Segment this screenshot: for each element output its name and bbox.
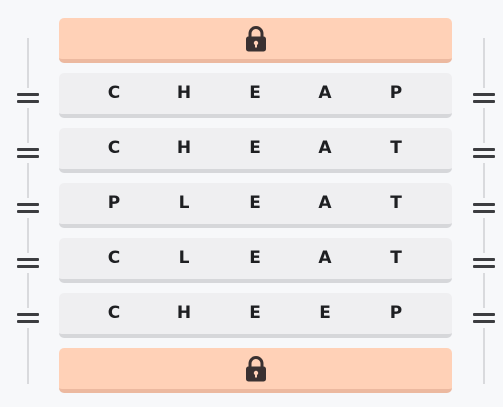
letter-tile: C: [107, 138, 121, 158]
top-locked-slot: [59, 18, 452, 63]
letter-tile: H: [176, 303, 192, 323]
row-5-right-drag-handle[interactable]: [470, 308, 498, 328]
lock-icon: [245, 355, 267, 382]
letter-tile: A: [318, 193, 332, 213]
letter-tile: E: [249, 248, 261, 268]
row-3-right-drag-handle[interactable]: [470, 198, 498, 218]
letter-tile: L: [178, 193, 190, 213]
letter-tile: P: [389, 83, 403, 103]
word-row-5[interactable]: C H E E P: [59, 293, 452, 338]
letter-tile: L: [178, 248, 190, 268]
letter-tile: T: [390, 193, 402, 213]
word-row-3[interactable]: P L E A T: [59, 183, 452, 228]
letter-tile: A: [318, 83, 332, 103]
row-4-left-drag-handle[interactable]: [14, 253, 42, 273]
row-2-left-drag-handle[interactable]: [14, 143, 42, 163]
bottom-locked-slot: [59, 348, 452, 393]
row-1-left-drag-handle[interactable]: [14, 88, 42, 108]
letter-tile: T: [390, 138, 402, 158]
letter-tile: E: [249, 138, 261, 158]
lock-icon: [245, 25, 267, 52]
row-5-left-drag-handle[interactable]: [14, 308, 42, 328]
word-row-2[interactable]: C H E A T: [59, 128, 452, 173]
word-row-4[interactable]: C L E A T: [59, 238, 452, 283]
word-row-1[interactable]: C H E A P: [59, 73, 452, 118]
letter-tile: H: [176, 138, 192, 158]
letter-tile: P: [107, 193, 121, 213]
letter-tile: A: [318, 248, 332, 268]
letter-tile: A: [318, 138, 332, 158]
row-4-right-drag-handle[interactable]: [470, 253, 498, 273]
row-3-left-drag-handle[interactable]: [14, 198, 42, 218]
letter-tile: C: [107, 83, 121, 103]
letter-tile: C: [107, 303, 121, 323]
letter-tile: E: [249, 303, 261, 323]
letter-tile: T: [390, 248, 402, 268]
letter-tile: H: [176, 83, 192, 103]
letter-tile: P: [389, 303, 403, 323]
letter-tile: C: [107, 248, 121, 268]
word-ladder-board: C H E A P C H E A T P L E A T C L E A T …: [0, 0, 503, 407]
row-2-right-drag-handle[interactable]: [470, 143, 498, 163]
letter-tile: E: [249, 193, 261, 213]
letter-tile: E: [249, 83, 261, 103]
row-1-right-drag-handle[interactable]: [470, 88, 498, 108]
letter-tile: E: [319, 303, 331, 323]
